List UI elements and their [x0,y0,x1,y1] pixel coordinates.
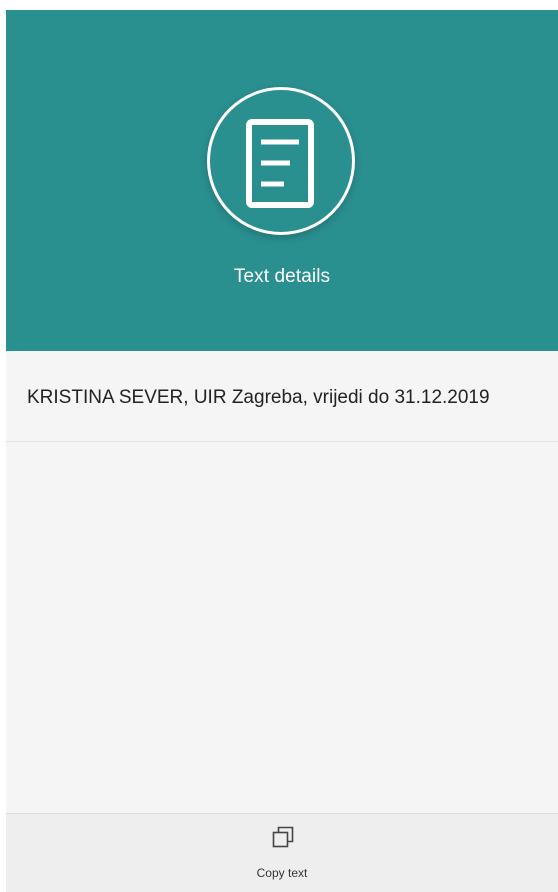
text-row[interactable]: KRISTINA SEVER, UIR Zagreba, vrijedi do … [6,351,558,442]
copy-icon [272,826,294,848]
header: Text details [6,10,558,351]
document-icon [246,119,314,208]
copy-text-button[interactable]: Copy text [232,818,332,888]
scanned-text-value: KRISTINA SEVER, UIR Zagreba, vrijedi do … [27,387,490,408]
text-details-screen: Text details KRISTINA SEVER, UIR Zagreba… [0,0,558,892]
content-area: KRISTINA SEVER, UIR Zagreba, vrijedi do … [6,351,558,813]
bottom-action-bar: Copy text [6,813,558,892]
copy-text-label: Copy text [256,866,308,880]
page-title: Text details [233,266,331,287]
document-icon-circle [207,87,355,235]
